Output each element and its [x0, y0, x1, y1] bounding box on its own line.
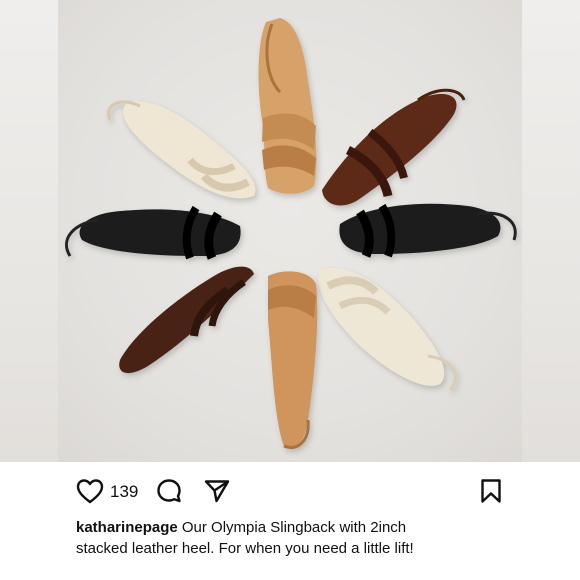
- blurred-margin-left: [0, 0, 58, 462]
- sandal-tan-bottom: [268, 271, 318, 449]
- sandal-black-left: [65, 205, 241, 260]
- comment-icon[interactable]: [156, 478, 182, 504]
- sandal-brown-bottom-left: [119, 266, 254, 374]
- username-link[interactable]: katharinepage: [76, 519, 178, 536]
- sandal-brown-top-right: [322, 88, 466, 206]
- like-count[interactable]: 139: [110, 482, 138, 502]
- sandal-cream-bottom-right: [318, 268, 457, 391]
- sandal-black-right: [339, 203, 517, 258]
- post-caption: katharinepage Our Olympia Slingback with…: [76, 517, 516, 559]
- caption-text-2: stacked leather heel. For when you need …: [76, 540, 414, 557]
- post-photo[interactable]: [58, 0, 522, 462]
- send-icon[interactable]: [204, 479, 230, 503]
- post-actions-bar: 139: [58, 462, 522, 520]
- blurred-margin-right: [522, 0, 580, 462]
- sandals-illustration: [65, 18, 517, 449]
- caption-text-1: Our Olympia Slingback with 2inch: [177, 519, 407, 536]
- bookmark-icon[interactable]: [480, 478, 502, 504]
- caption-line-1: katharinepage Our Olympia Slingback with…: [76, 517, 516, 538]
- post-frame: 139 katharinepage Our Olympia Slingback …: [0, 0, 580, 580]
- sandal-tan-top: [258, 18, 317, 194]
- heart-icon[interactable]: [76, 478, 104, 504]
- sandal-cream-top-left: [107, 100, 256, 199]
